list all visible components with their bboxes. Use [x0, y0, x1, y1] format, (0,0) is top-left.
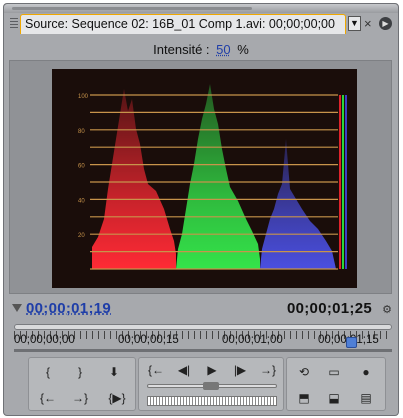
panel-menu-button[interactable]: ▶ [379, 17, 392, 30]
panel-title-strip [4, 4, 398, 13]
scope-scale: 100 80 60 40 20 [78, 94, 89, 239]
goto-prev-edit-button[interactable]: {← [37, 388, 59, 408]
red-level-bar [339, 95, 341, 269]
panel-tab-row: Source: Sequence 02: 16B_01 Comp 1.avi: … [8, 14, 396, 34]
jog-disk[interactable] [147, 396, 277, 406]
output-button-group: ⟲ ▭ ● ⬒ ⬓ ▤ [286, 357, 386, 411]
mark-out-button[interactable]: } [69, 362, 91, 382]
intensity-value[interactable]: 50 [213, 42, 233, 57]
timecode-row: 00;00;01;19 00;00;01;25 ⚙ [12, 300, 394, 320]
overlay-button[interactable]: ⬓ [323, 388, 345, 408]
time-ruler[interactable]: 00;00;00;00 00;00;00;15 00;00;01;00 00;0… [14, 324, 392, 352]
red-channel-trace [92, 89, 176, 269]
scale-label: 60 [78, 164, 85, 170]
scale-label: 40 [78, 198, 85, 204]
loop-button[interactable]: ⟲ [293, 362, 315, 382]
ruler-base-bar [14, 349, 392, 352]
play-button[interactable]: ▶ [201, 360, 223, 380]
playback-button-group: {← ◀| ▶ |▶ →} [138, 357, 284, 411]
mark-in-button[interactable]: { [37, 362, 59, 382]
insert-button[interactable]: ⬒ [293, 388, 315, 408]
settings-icon[interactable]: ⚙ [382, 303, 392, 316]
scale-label: 100 [78, 94, 89, 100]
tab-grip-icon[interactable] [10, 18, 18, 30]
ruler-label: 00;00;00;15 [118, 334, 179, 346]
scale-label: 20 [78, 233, 85, 239]
export-frame-button[interactable]: ▤ [355, 388, 377, 408]
source-tab[interactable]: Source: Sequence 02: 16B_01 Comp 1.avi: … [20, 14, 346, 34]
playhead-handle[interactable] [346, 337, 357, 348]
output-button[interactable]: ● [355, 362, 377, 382]
blue-level-bar [345, 95, 347, 269]
green-channel-trace [176, 84, 260, 269]
step-back-button[interactable]: ◀| [173, 360, 195, 380]
playhead-marker-icon [12, 304, 22, 312]
play-in-to-out-button[interactable]: {▶} [103, 388, 131, 408]
close-icon[interactable]: × [364, 16, 372, 31]
rgb-parade-scope: 100 80 60 40 20 [52, 69, 357, 288]
green-level-bar [342, 95, 344, 269]
shuttle-slider[interactable] [147, 382, 277, 390]
source-dropdown-button[interactable]: ▼ [348, 16, 361, 31]
current-timecode[interactable]: 00;00;01;19 [26, 300, 111, 317]
duration-timecode: 00;00;01;25 [286, 300, 372, 317]
goto-out-button[interactable]: →} [257, 360, 279, 380]
ruler-label: 00;00;01;00 [222, 334, 283, 346]
safe-margins-button[interactable]: ▭ [323, 362, 345, 382]
source-monitor-panel: Source: Sequence 02: 16B_01 Comp 1.avi: … [3, 3, 399, 416]
blue-channel-trace [260, 139, 336, 269]
scale-label: 80 [78, 129, 85, 135]
shuttle-knob[interactable] [203, 382, 219, 390]
intensity-label: Intensité : [153, 42, 210, 57]
goto-next-edit-button[interactable]: →} [69, 388, 91, 408]
panel-drag-grip[interactable] [12, 7, 252, 10]
intensity-unit: % [237, 42, 249, 57]
transport-controls: { } ⬇ {← →} {▶} {← ◀| ▶ |▶ →} ⟲ ▭ ● ⬒ ⬓ … [14, 357, 392, 413]
zoom-scrollbar[interactable] [14, 324, 392, 330]
step-forward-button[interactable]: |▶ [229, 360, 251, 380]
rgb-parade-svg: 100 80 60 40 20 [78, 84, 347, 270]
marker-button-group: { } ⬇ {← →} {▶} [28, 357, 136, 411]
intensity-row: Intensité : 50 % [4, 42, 398, 57]
goto-in-button[interactable]: {← [145, 360, 167, 380]
set-marker-button[interactable]: ⬇ [103, 362, 125, 382]
ruler-label: 00;00;00;00 [14, 334, 75, 346]
monitor-area: 100 80 60 40 20 [9, 60, 392, 294]
